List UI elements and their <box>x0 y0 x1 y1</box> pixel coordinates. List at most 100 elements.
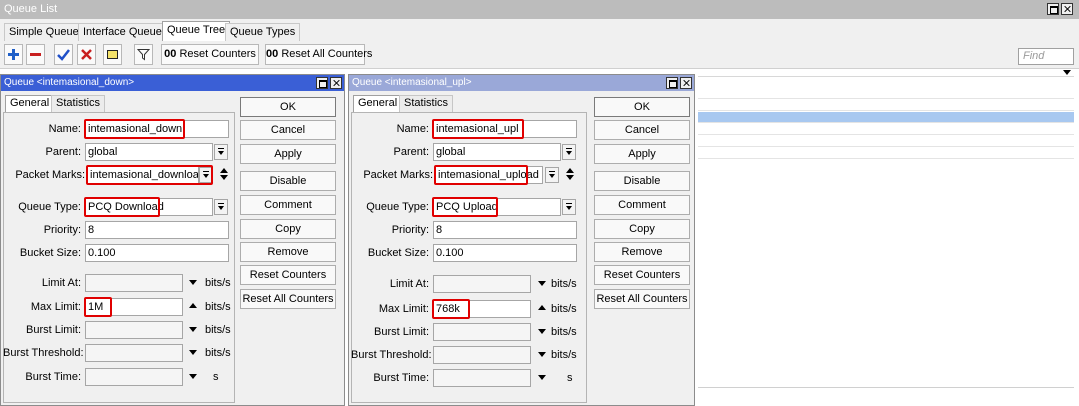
packet-marks-select[interactable]: intemasional_download <box>87 166 199 184</box>
comment-button[interactable]: Comment <box>594 195 690 215</box>
queue-type-label: Queue Type: <box>366 201 429 213</box>
close-icon[interactable] <box>330 77 342 89</box>
bucket-size-field[interactable]: 0.100 <box>433 244 577 262</box>
chevron-down-icon[interactable] <box>189 280 197 285</box>
chevron-up-icon[interactable] <box>189 303 197 308</box>
chevron-down-icon[interactable] <box>562 144 576 160</box>
priority-field[interactable]: 8 <box>433 221 577 239</box>
chevron-down-icon[interactable] <box>189 350 197 355</box>
name-label: Name: <box>396 123 429 135</box>
table-row[interactable] <box>698 136 1074 147</box>
max-limit-unit: bits/s <box>205 301 231 313</box>
oo-icon: 00 <box>266 48 279 60</box>
chevron-down-icon[interactable] <box>189 374 197 379</box>
note-icon[interactable] <box>103 44 122 65</box>
remove-button[interactable]: Remove <box>594 242 690 262</box>
reset-all-counters-button[interactable]: Reset All Counters <box>240 289 336 309</box>
priority-field[interactable]: 8 <box>85 221 229 239</box>
queue-dialog-down: Queue <intemasional_down> General Statis… <box>0 74 345 406</box>
name-field[interactable]: intemasional_upl <box>433 120 577 138</box>
chevron-up-icon[interactable] <box>538 305 546 310</box>
remove-button[interactable]: Remove <box>240 242 336 262</box>
bucket-size-field[interactable]: 0.100 <box>85 244 229 262</box>
table-row[interactable] <box>698 88 1074 99</box>
reset-counters-button[interactable]: Reset Counters <box>240 265 336 285</box>
chevron-down-icon[interactable] <box>562 199 576 215</box>
comment-button[interactable]: Comment <box>240 195 336 215</box>
tab-general[interactable]: General <box>353 95 403 112</box>
chevron-down-icon[interactable] <box>538 352 546 357</box>
apply-button[interactable]: Apply <box>240 144 336 164</box>
limit-at-unit: bits/s <box>205 277 231 289</box>
limit-at-label: Limit At: <box>41 277 81 289</box>
queue-type-select[interactable]: PCQ Download <box>85 198 213 216</box>
burst-threshold-field[interactable] <box>85 344 183 362</box>
chevron-down-icon[interactable] <box>214 144 228 160</box>
table-row[interactable] <box>698 100 1074 111</box>
max-limit-field[interactable]: 768k <box>433 300 531 318</box>
tab-interface-queues[interactable]: Interface Queues <box>78 23 173 41</box>
burst-limit-field[interactable] <box>433 323 531 341</box>
parent-select[interactable]: global <box>85 143 213 161</box>
chevron-down-icon[interactable] <box>538 329 546 334</box>
tab-general[interactable]: General <box>5 95 55 112</box>
reset-counters-button[interactable]: 00 Reset Counters <box>161 44 259 65</box>
reset-all-counters-button[interactable]: 00 Reset All Counters <box>265 44 372 65</box>
maximize-icon[interactable] <box>1047 3 1059 15</box>
chevron-down-icon[interactable] <box>538 281 546 286</box>
find-input[interactable]: Find <box>1018 48 1074 65</box>
plus-icon[interactable] <box>4 44 23 65</box>
table-row[interactable] <box>698 124 1074 135</box>
burst-time-field[interactable] <box>433 369 531 387</box>
close-icon[interactable] <box>1061 3 1073 15</box>
check-icon[interactable] <box>54 44 73 65</box>
burst-limit-field[interactable] <box>85 321 183 339</box>
maximize-icon[interactable] <box>316 77 328 89</box>
cancel-button[interactable]: Cancel <box>240 120 336 140</box>
queue-type-select[interactable]: PCQ Upload <box>433 198 561 216</box>
parent-label: Parent: <box>393 146 429 158</box>
packet-marks-label: Packet Marks: <box>363 169 433 181</box>
burst-threshold-field[interactable] <box>433 346 531 364</box>
reset-all-counters-button[interactable]: Reset All Counters <box>594 289 690 309</box>
tab-statistics[interactable]: Statistics <box>399 95 454 112</box>
copy-button[interactable]: Copy <box>594 219 690 239</box>
ok-button[interactable]: OK <box>594 97 690 117</box>
x-icon[interactable] <box>77 44 96 65</box>
minus-icon[interactable] <box>26 44 45 65</box>
queue-dialog-up: Queue <intemasional_upl> General Statist… <box>348 74 695 406</box>
max-limit-field[interactable]: 1M <box>85 298 183 316</box>
maximize-icon[interactable] <box>666 77 678 89</box>
filter-icon[interactable] <box>134 44 153 65</box>
chevron-down-icon[interactable] <box>214 199 228 215</box>
disable-button[interactable]: Disable <box>594 171 690 191</box>
toolbar: 00 Reset Counters 00 Reset All Counters … <box>0 41 1079 69</box>
copy-button[interactable]: Copy <box>240 219 336 239</box>
name-field[interactable]: intemasional_down <box>85 120 229 138</box>
chevron-down-icon[interactable] <box>545 167 559 183</box>
table-row-selected[interactable] <box>698 112 1074 123</box>
burst-time-field[interactable] <box>85 368 183 386</box>
tab-queue-types[interactable]: Queue Types <box>225 23 301 41</box>
cancel-button[interactable]: Cancel <box>594 120 690 140</box>
chevron-down-icon[interactable] <box>189 327 197 332</box>
tab-simple-queues[interactable]: Simple Queues <box>4 23 90 41</box>
limit-at-field[interactable] <box>85 274 183 292</box>
packet-marks-select[interactable]: intemasional_upload <box>435 166 543 184</box>
priority-label: Priority: <box>391 224 429 236</box>
close-icon[interactable] <box>680 77 692 89</box>
chevron-down-icon[interactable] <box>538 375 546 380</box>
apply-button[interactable]: Apply <box>594 144 690 164</box>
table-row[interactable] <box>698 148 1074 159</box>
burst-limit-unit: bits/s <box>205 324 231 336</box>
disable-button[interactable]: Disable <box>240 171 336 191</box>
chevron-down-icon[interactable] <box>199 167 213 183</box>
tab-statistics[interactable]: Statistics <box>51 95 106 112</box>
tab-queue-tree[interactable]: Queue Tree <box>162 21 231 41</box>
parent-select[interactable]: global <box>433 143 561 161</box>
reset-counters-button[interactable]: Reset Counters <box>594 265 690 285</box>
ok-button[interactable]: OK <box>240 97 336 117</box>
column-menu-icon[interactable] <box>1063 70 1071 75</box>
limit-at-field[interactable] <box>433 275 531 293</box>
bucket-size-label: Bucket Size: <box>367 247 429 259</box>
